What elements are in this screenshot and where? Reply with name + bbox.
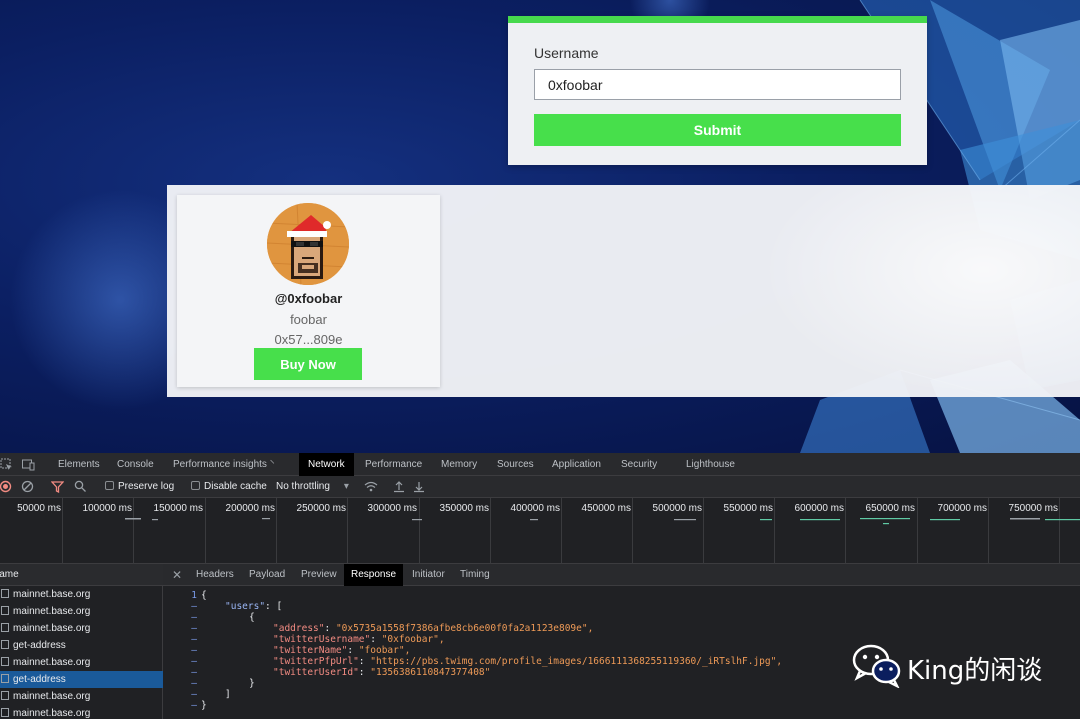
checkbox-icon	[191, 481, 200, 490]
tab-network[interactable]: Network	[299, 453, 354, 476]
request-name: mainnet.base.org	[13, 657, 91, 668]
device-icon[interactable]	[22, 458, 35, 471]
network-timeline[interactable]: 50000 ms 100000 ms 150000 ms 200000 ms 2…	[0, 498, 1080, 564]
search-icon[interactable]	[74, 480, 87, 494]
tab-initiator[interactable]: Initiator	[405, 564, 452, 586]
username-input[interactable]	[534, 69, 901, 100]
avatar	[267, 203, 349, 285]
request-row[interactable]: mainnet.base.org	[0, 688, 163, 705]
timeline-waterfall	[125, 518, 1080, 525]
tab-preview[interactable]: Preview	[294, 564, 344, 586]
network-toolbar: Preserve log Disable cache No throttling…	[0, 476, 1080, 498]
user-address: 0x57...809e	[274, 332, 343, 347]
buy-now-button[interactable]: Buy Now	[254, 348, 362, 380]
tab-headers[interactable]: Headers	[189, 564, 241, 586]
document-icon	[1, 691, 9, 700]
document-icon	[1, 708, 9, 717]
import-icon[interactable]	[393, 480, 405, 494]
tab-timing[interactable]: Timing	[453, 564, 497, 586]
request-row[interactable]: get-address	[0, 637, 163, 654]
tab-security[interactable]: Security	[612, 453, 666, 476]
throttling-select[interactable]: No throttling ▾	[276, 480, 349, 494]
request-row[interactable]: mainnet.base.org	[0, 603, 163, 620]
filter-icon[interactable]	[50, 480, 65, 494]
tab-application[interactable]: Application	[543, 453, 610, 476]
request-row[interactable]: mainnet.base.org	[0, 620, 163, 637]
request-row[interactable]: mainnet.base.org	[0, 654, 163, 671]
wechat-icon	[852, 644, 901, 688]
request-name: get-address	[13, 674, 66, 685]
username-form: Username Submit	[508, 16, 927, 165]
request-name: mainnet.base.org	[13, 691, 91, 702]
request-name: mainnet.base.org	[13, 606, 91, 617]
document-icon	[1, 657, 9, 666]
request-list: Name mainnet.base.org mainnet.base.org m…	[0, 564, 163, 719]
disable-cache-checkbox[interactable]: Disable cache	[191, 480, 267, 494]
close-icon[interactable]: ✕	[172, 568, 182, 582]
request-row[interactable]: mainnet.base.org	[0, 586, 163, 603]
request-row[interactable]: mainnet.base.org	[0, 705, 163, 719]
network-conditions-icon[interactable]	[364, 480, 378, 494]
document-icon	[1, 623, 9, 632]
request-name: mainnet.base.org	[13, 623, 91, 634]
clear-icon[interactable]	[21, 480, 34, 494]
user-name: foobar	[290, 312, 327, 327]
disable-cache-label: Disable cache	[204, 481, 267, 492]
request-name: mainnet.base.org	[13, 708, 91, 719]
watermark: King的闲谈	[852, 642, 1062, 690]
preserve-log-checkbox[interactable]: Preserve log	[105, 480, 174, 494]
detail-tab-bar: ✕ Headers Payload Preview Response Initi…	[163, 564, 1080, 586]
name-column-header[interactable]: Name	[0, 564, 163, 586]
tab-payload[interactable]: Payload	[242, 564, 292, 586]
document-icon	[1, 640, 9, 649]
tab-console[interactable]: Console	[108, 453, 163, 476]
export-icon[interactable]	[413, 480, 425, 494]
throttling-label: No throttling	[276, 481, 330, 492]
pixel-avatar-image	[267, 203, 349, 285]
tab-response[interactable]: Response	[344, 564, 404, 586]
tab-performance-insights[interactable]: Performance insights ⸌	[164, 453, 284, 476]
tab-elements[interactable]: Elements	[49, 453, 109, 476]
username-label: Username	[534, 45, 599, 61]
results-panel: @0xfoobar foobar 0x57...809e Buy Now	[167, 185, 1080, 397]
inspect-icon[interactable]	[0, 458, 13, 471]
document-icon	[1, 589, 9, 598]
devtools-tab-bar: Elements Console Performance insights ⸌ …	[0, 453, 1080, 476]
user-handle: @0xfoobar	[274, 291, 343, 306]
user-card: @0xfoobar foobar 0x57...809e Buy Now	[177, 195, 440, 387]
document-icon	[1, 606, 9, 615]
tab-memory[interactable]: Memory	[432, 453, 486, 476]
preserve-log-label: Preserve log	[118, 481, 175, 492]
request-row-selected[interactable]: get-address	[0, 671, 163, 688]
request-name: get-address	[13, 640, 66, 651]
checkbox-icon	[105, 481, 114, 490]
request-name: mainnet.base.org	[13, 589, 91, 600]
submit-button[interactable]: Submit	[534, 114, 901, 146]
record-icon[interactable]	[0, 480, 13, 494]
chevron-down-icon: ▾	[343, 481, 349, 492]
tab-performance[interactable]: Performance	[356, 453, 431, 476]
tab-lighthouse[interactable]: Lighthouse	[677, 453, 744, 476]
tab-sources[interactable]: Sources	[488, 453, 543, 476]
watermark-text: King的闲谈	[907, 656, 1043, 686]
document-icon	[1, 674, 9, 683]
